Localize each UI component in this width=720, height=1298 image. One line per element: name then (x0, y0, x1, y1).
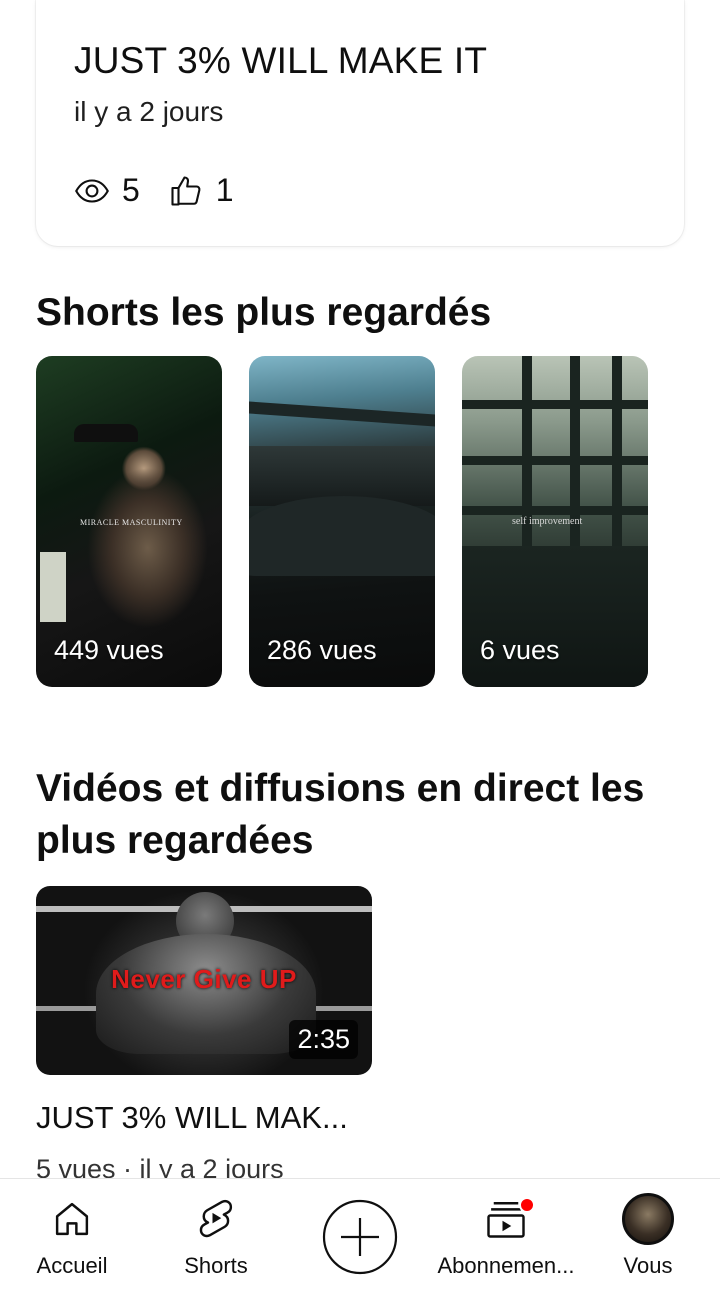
like-icon[interactable] (168, 173, 204, 209)
post-stats: 5 1 (74, 172, 262, 209)
nav-label: Vous (623, 1253, 673, 1278)
post-card[interactable]: JUST 3% WILL MAKE IT il y a 2 jours 5 1 (36, 0, 684, 246)
nav-you[interactable]: Vous (608, 1179, 688, 1298)
post-title: JUST 3% WILL MAKE IT (74, 40, 488, 81)
video-title[interactable]: JUST 3% WILL MAK... (36, 1100, 348, 1136)
nav-subscriptions[interactable]: Abonnemen... (434, 1179, 578, 1298)
nav-home[interactable]: Accueil (22, 1179, 122, 1298)
subscriptions-icon (483, 1195, 535, 1243)
nav-label: Accueil (36, 1253, 108, 1278)
short-card[interactable]: self improvement 6 vues (462, 356, 648, 687)
short-views: 449 vues (54, 635, 164, 665)
video-thumbnail[interactable]: Never Give UP 2:35 (36, 886, 372, 1075)
short-card[interactable]: MIRACLE MASCULINITY 449 vues (36, 356, 222, 687)
post-time: il y a 2 jours (74, 96, 224, 127)
shorts-section-title: Shorts les plus regardés (36, 291, 492, 334)
bottom-nav: Accueil Shorts Abonnemen... Vous (0, 1178, 720, 1298)
post-views-count: 5 (122, 172, 140, 208)
nav-label: Shorts (184, 1253, 248, 1278)
shorts-row: MIRACLE MASCULINITY 449 vues 286 vues se… (36, 356, 648, 687)
short-card[interactable]: 286 vues (249, 356, 435, 687)
nav-shorts[interactable]: Shorts (166, 1179, 266, 1298)
video-meta: 5 vues · il y a 2 jours (36, 1154, 284, 1180)
video-thumb-text: Never Give UP (111, 964, 297, 994)
short-overlay-text: MIRACLE MASCULINITY (80, 518, 183, 527)
short-views: 286 vues (267, 635, 377, 665)
home-icon (51, 1195, 93, 1243)
eye-icon (74, 173, 110, 209)
video-duration: 2:35 (289, 1020, 358, 1059)
nav-label: Abonnemen... (437, 1253, 575, 1278)
shorts-icon (195, 1195, 237, 1243)
avatar (622, 1193, 674, 1245)
short-views: 6 vues (480, 635, 560, 665)
videos-section-title: Vidéos et diffusions en direct les plus … (36, 767, 645, 862)
nav-create[interactable] (320, 1179, 400, 1298)
create-icon (321, 1197, 399, 1277)
notification-dot (519, 1197, 535, 1213)
post-likes-count: 1 (215, 172, 234, 208)
short-overlay-text: self improvement (512, 516, 583, 527)
